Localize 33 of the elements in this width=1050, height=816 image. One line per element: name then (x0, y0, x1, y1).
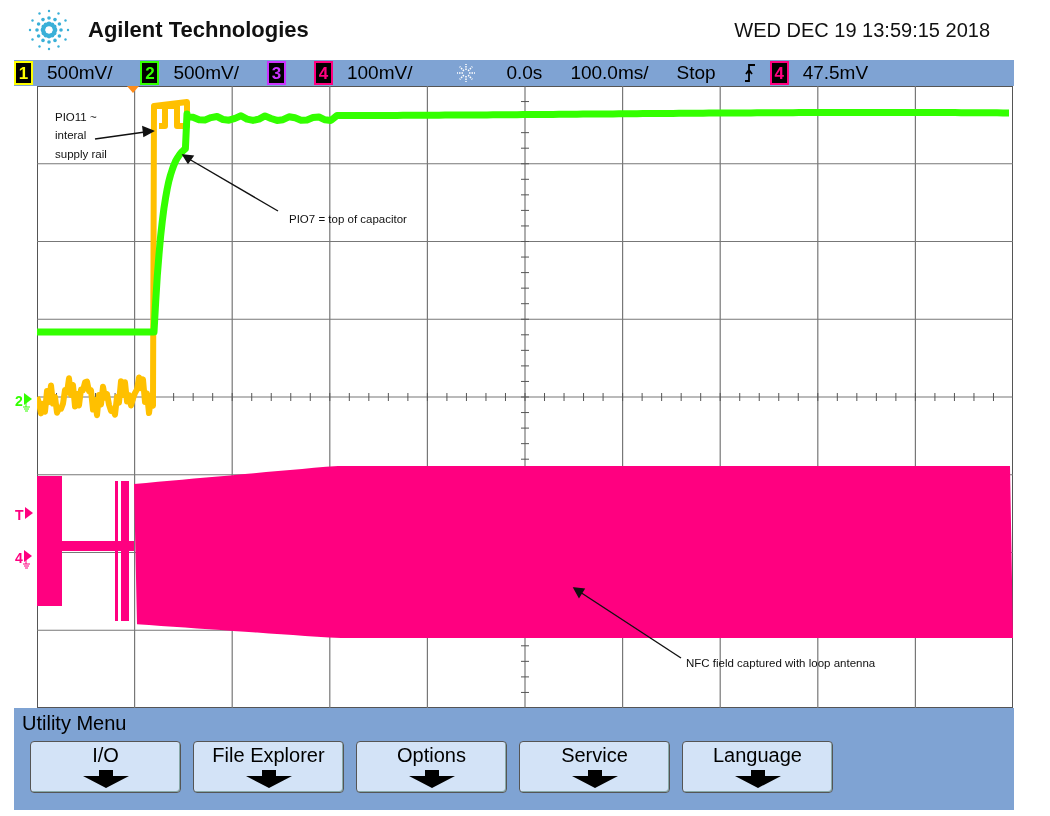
channel-number[interactable]: 1 (14, 61, 33, 85)
softkey-button[interactable]: Options (356, 741, 507, 793)
trigger-channel[interactable]: 4 (769, 61, 789, 85)
channel-number[interactable]: 4 (313, 61, 333, 85)
softkey-button[interactable]: Language (682, 741, 833, 793)
marker-label: 2 (15, 393, 23, 409)
marker-label: 4 (15, 550, 23, 566)
channel-number[interactable]: 2 (140, 61, 160, 85)
softkey-button[interactable]: I/O (30, 741, 181, 793)
channel-scale: 500mV/ (47, 62, 113, 84)
down-arrow-icon (734, 770, 781, 788)
down-arrow-icon (245, 770, 292, 788)
annotation: PIO7 = top of capacitor (289, 212, 407, 227)
delay-value: 0.0s (506, 62, 543, 84)
softkey-button[interactable]: Service (519, 741, 670, 793)
channel-scale: 100mV/ (346, 62, 413, 84)
run-state: Stop (676, 62, 716, 84)
channel-number[interactable]: 3 (266, 61, 286, 85)
softkey-button[interactable]: File Explorer (193, 741, 344, 793)
marker-label: T (15, 507, 24, 523)
down-arrow-icon (408, 770, 455, 788)
date-time: WED DEC 19 13:59:15 2018 (734, 18, 990, 42)
channel-scale: 500mV/ (173, 62, 239, 84)
annotation: NFC field captured with loop antenna (686, 656, 876, 671)
annotation: PIO11 ~ interal supply rail (55, 110, 108, 162)
menu-title: Utility Menu (21, 711, 128, 735)
trigger-level: 47.5mV (802, 62, 869, 84)
arrow (94, 125, 155, 140)
down-arrow-icon (571, 770, 618, 788)
down-arrow-icon (82, 770, 129, 788)
brand-name: Agilent Technologies (88, 17, 309, 43)
rising-edge-icon (743, 64, 756, 82)
timebase-value: 100.0ms/ (570, 62, 649, 84)
